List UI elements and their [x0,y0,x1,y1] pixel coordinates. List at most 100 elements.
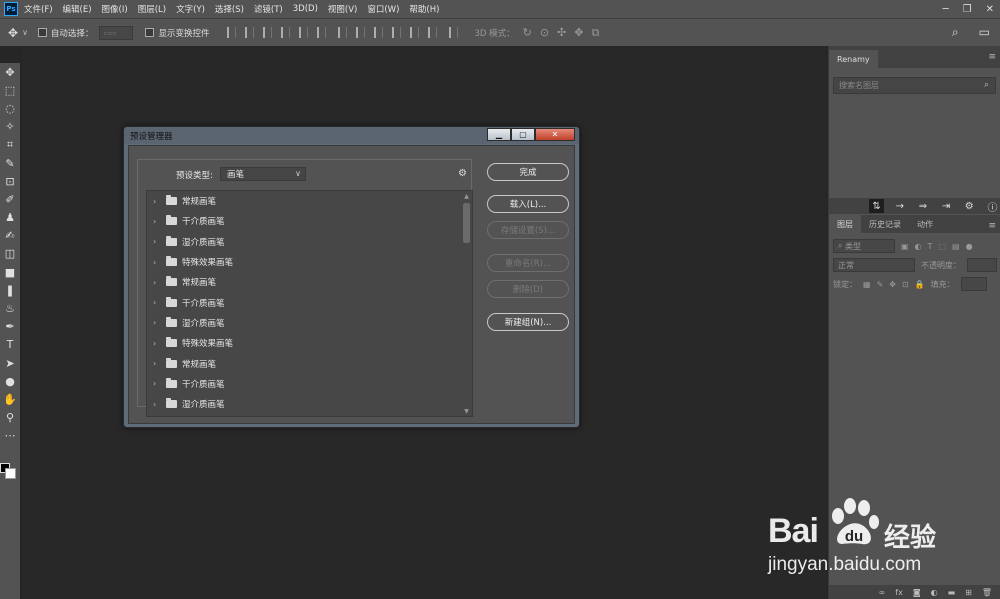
align-vcenter-icon[interactable] [245,27,255,38]
scale-3d-icon[interactable]: ⧉ [591,26,599,40]
list-scrollbar[interactable]: ▲ ▼ [461,191,472,416]
show-transform-checkbox[interactable] [145,28,155,37]
move-tool-icon[interactable]: ✥ [8,26,18,40]
type-filter-icon[interactable]: T [928,242,933,251]
align-hcenter-icon[interactable] [299,27,309,38]
chevron-right-icon[interactable]: › [153,217,162,226]
filter-toggle-icon[interactable]: ● [966,242,973,251]
tab-renamy[interactable]: Renamy [829,50,878,68]
gradient-tool-icon[interactable]: ■ [0,263,20,281]
distribute-top-icon[interactable] [338,27,348,38]
renamy-panel-icon[interactable]: ⇅ [869,199,885,213]
chevron-right-icon[interactable]: › [153,400,162,409]
smudge-tool-icon[interactable]: ❚ [0,281,20,299]
path-select-icon[interactable]: ➤ [0,354,20,372]
preset-type-select[interactable]: 画笔 ∨ [220,167,306,181]
eyedropper-icon[interactable]: ✎ [0,154,20,172]
new-layer-icon[interactable]: ⊞ [965,588,972,597]
shortcut-icon[interactable]: ⇥ [939,199,954,213]
hand-tool-icon[interactable]: ✋ [0,390,20,408]
scrollbar-thumb[interactable] [463,203,470,243]
list-item[interactable]: › 特殊效果画笔 [147,252,472,272]
dodge-tool-icon[interactable]: ♨ [0,299,20,317]
distribute-vcenter-icon[interactable] [356,27,366,38]
search-icon[interactable]: ⌕ [952,25,959,40]
menu-filter[interactable]: 滤镜(T) [254,3,283,15]
panel-menu-icon[interactable]: ≡ [988,221,996,231]
scroll-up-icon[interactable]: ▲ [461,191,472,201]
opacity-input[interactable] [967,258,997,272]
brush-tool-icon[interactable]: ✐ [0,190,20,208]
align-top-icon[interactable] [227,27,237,38]
distribute-left-icon[interactable] [392,27,402,38]
scroll-down-icon[interactable]: ▼ [461,406,472,416]
menu-type[interactable]: 文字(Y) [176,3,205,15]
panel-menu-icon[interactable]: ≡ [988,52,996,62]
list-item[interactable]: › 湿介质画笔 [147,394,472,414]
restore-icon[interactable]: ❐ [963,4,972,15]
auto-align-icon[interactable] [449,27,459,38]
lock-pixels-icon[interactable]: ▦ [863,280,871,289]
link-icon[interactable]: ∞ [879,588,886,597]
delete-button[interactable]: 删除(D) [487,280,569,298]
menu-view[interactable]: 视图(V) [328,3,357,15]
dialog-minimize-icon[interactable]: ▁ [487,128,511,141]
chevron-right-icon[interactable]: › [153,359,162,368]
list-item[interactable]: › 干介质画笔 [147,292,472,312]
crop-tool-icon[interactable]: ⌗ [0,136,20,154]
distribute-bottom-icon[interactable] [374,27,384,38]
gear-icon[interactable]: ⚙ [962,199,977,213]
arrow-right-icon[interactable]: → [892,199,907,213]
more-tools-icon[interactable]: ⋯ [0,427,20,445]
shape-filter-icon[interactable]: ⬚ [938,242,946,251]
align-left-icon[interactable] [281,27,291,38]
orbit-3d-icon[interactable]: ↻ [523,26,532,39]
tab-actions[interactable]: 动作 [909,215,941,233]
zoom-tool-icon[interactable]: ⚲ [0,409,20,427]
shape-tool-icon[interactable]: ● [0,372,20,390]
list-item[interactable]: › 湿介质画笔 [147,313,472,333]
pixel-filter-icon[interactable]: ▣ [901,242,909,251]
chevron-right-icon[interactable]: › [153,258,162,267]
menu-edit[interactable]: 编辑(E) [63,3,92,15]
mask-icon[interactable]: ◙ [913,588,921,597]
distribute-hcenter-icon[interactable] [410,27,420,38]
auto-select-checkbox[interactable] [37,28,47,37]
minimize-icon[interactable]: ─ [943,4,949,15]
layer-search-input[interactable]: 搜索名图层 ⌕ [833,77,996,94]
align-right-icon[interactable] [317,27,327,38]
auto-select-target-select[interactable]: ▭▭ [99,25,134,40]
rename-button[interactable]: 重命名(R)... [487,254,569,272]
list-item[interactable]: › 常规画笔 [147,353,472,373]
roll-3d-icon[interactable]: ⊙ [540,26,549,39]
slide-3d-icon[interactable]: ✥ [574,26,583,39]
list-item[interactable]: › 特殊效果画笔 [147,333,472,353]
arrow-forward-icon[interactable]: ⇒ [915,199,930,213]
layer-kind-select[interactable]: ⌕ 类型 [833,239,895,253]
load-button[interactable]: 载入(L)... [487,195,569,213]
frame-tool-icon[interactable]: ⊡ [0,172,20,190]
gear-icon[interactable]: ⚙ [458,168,467,179]
eraser-tool-icon[interactable]: ◫ [0,245,20,263]
align-bottom-icon[interactable] [263,27,273,38]
menu-help[interactable]: 帮助(H) [409,3,439,15]
list-item[interactable]: › 干介质画笔 [147,374,472,394]
lock-paint-icon[interactable]: ✎ [877,280,884,289]
menu-file[interactable]: 文件(F) [24,3,53,15]
list-item[interactable]: › 常规画笔 [147,272,472,292]
list-item[interactable]: › 常规画笔 [147,191,472,211]
chevron-right-icon[interactable]: › [153,318,162,327]
save-set-button[interactable]: 存储设置(S)... [487,221,569,239]
dialog-maximize-icon[interactable]: ▢ [511,128,535,141]
smart-filter-icon[interactable]: ▤ [952,242,960,251]
type-tool-icon[interactable]: T [0,336,20,354]
chevron-right-icon[interactable]: › [153,237,162,246]
menu-image[interactable]: 图像(I) [102,3,128,15]
lock-all-icon[interactable]: 🔒 [915,280,925,289]
menu-3d[interactable]: 3D(D) [293,4,318,14]
search-icon[interactable]: ⌕ [984,80,989,90]
lasso-tool-icon[interactable]: ◌ [0,99,20,117]
new-group-button[interactable]: 新建组(N)... [487,313,569,331]
list-item[interactable]: › 湿介质画笔 [147,232,472,252]
menu-layer[interactable]: 图层(L) [138,3,166,15]
